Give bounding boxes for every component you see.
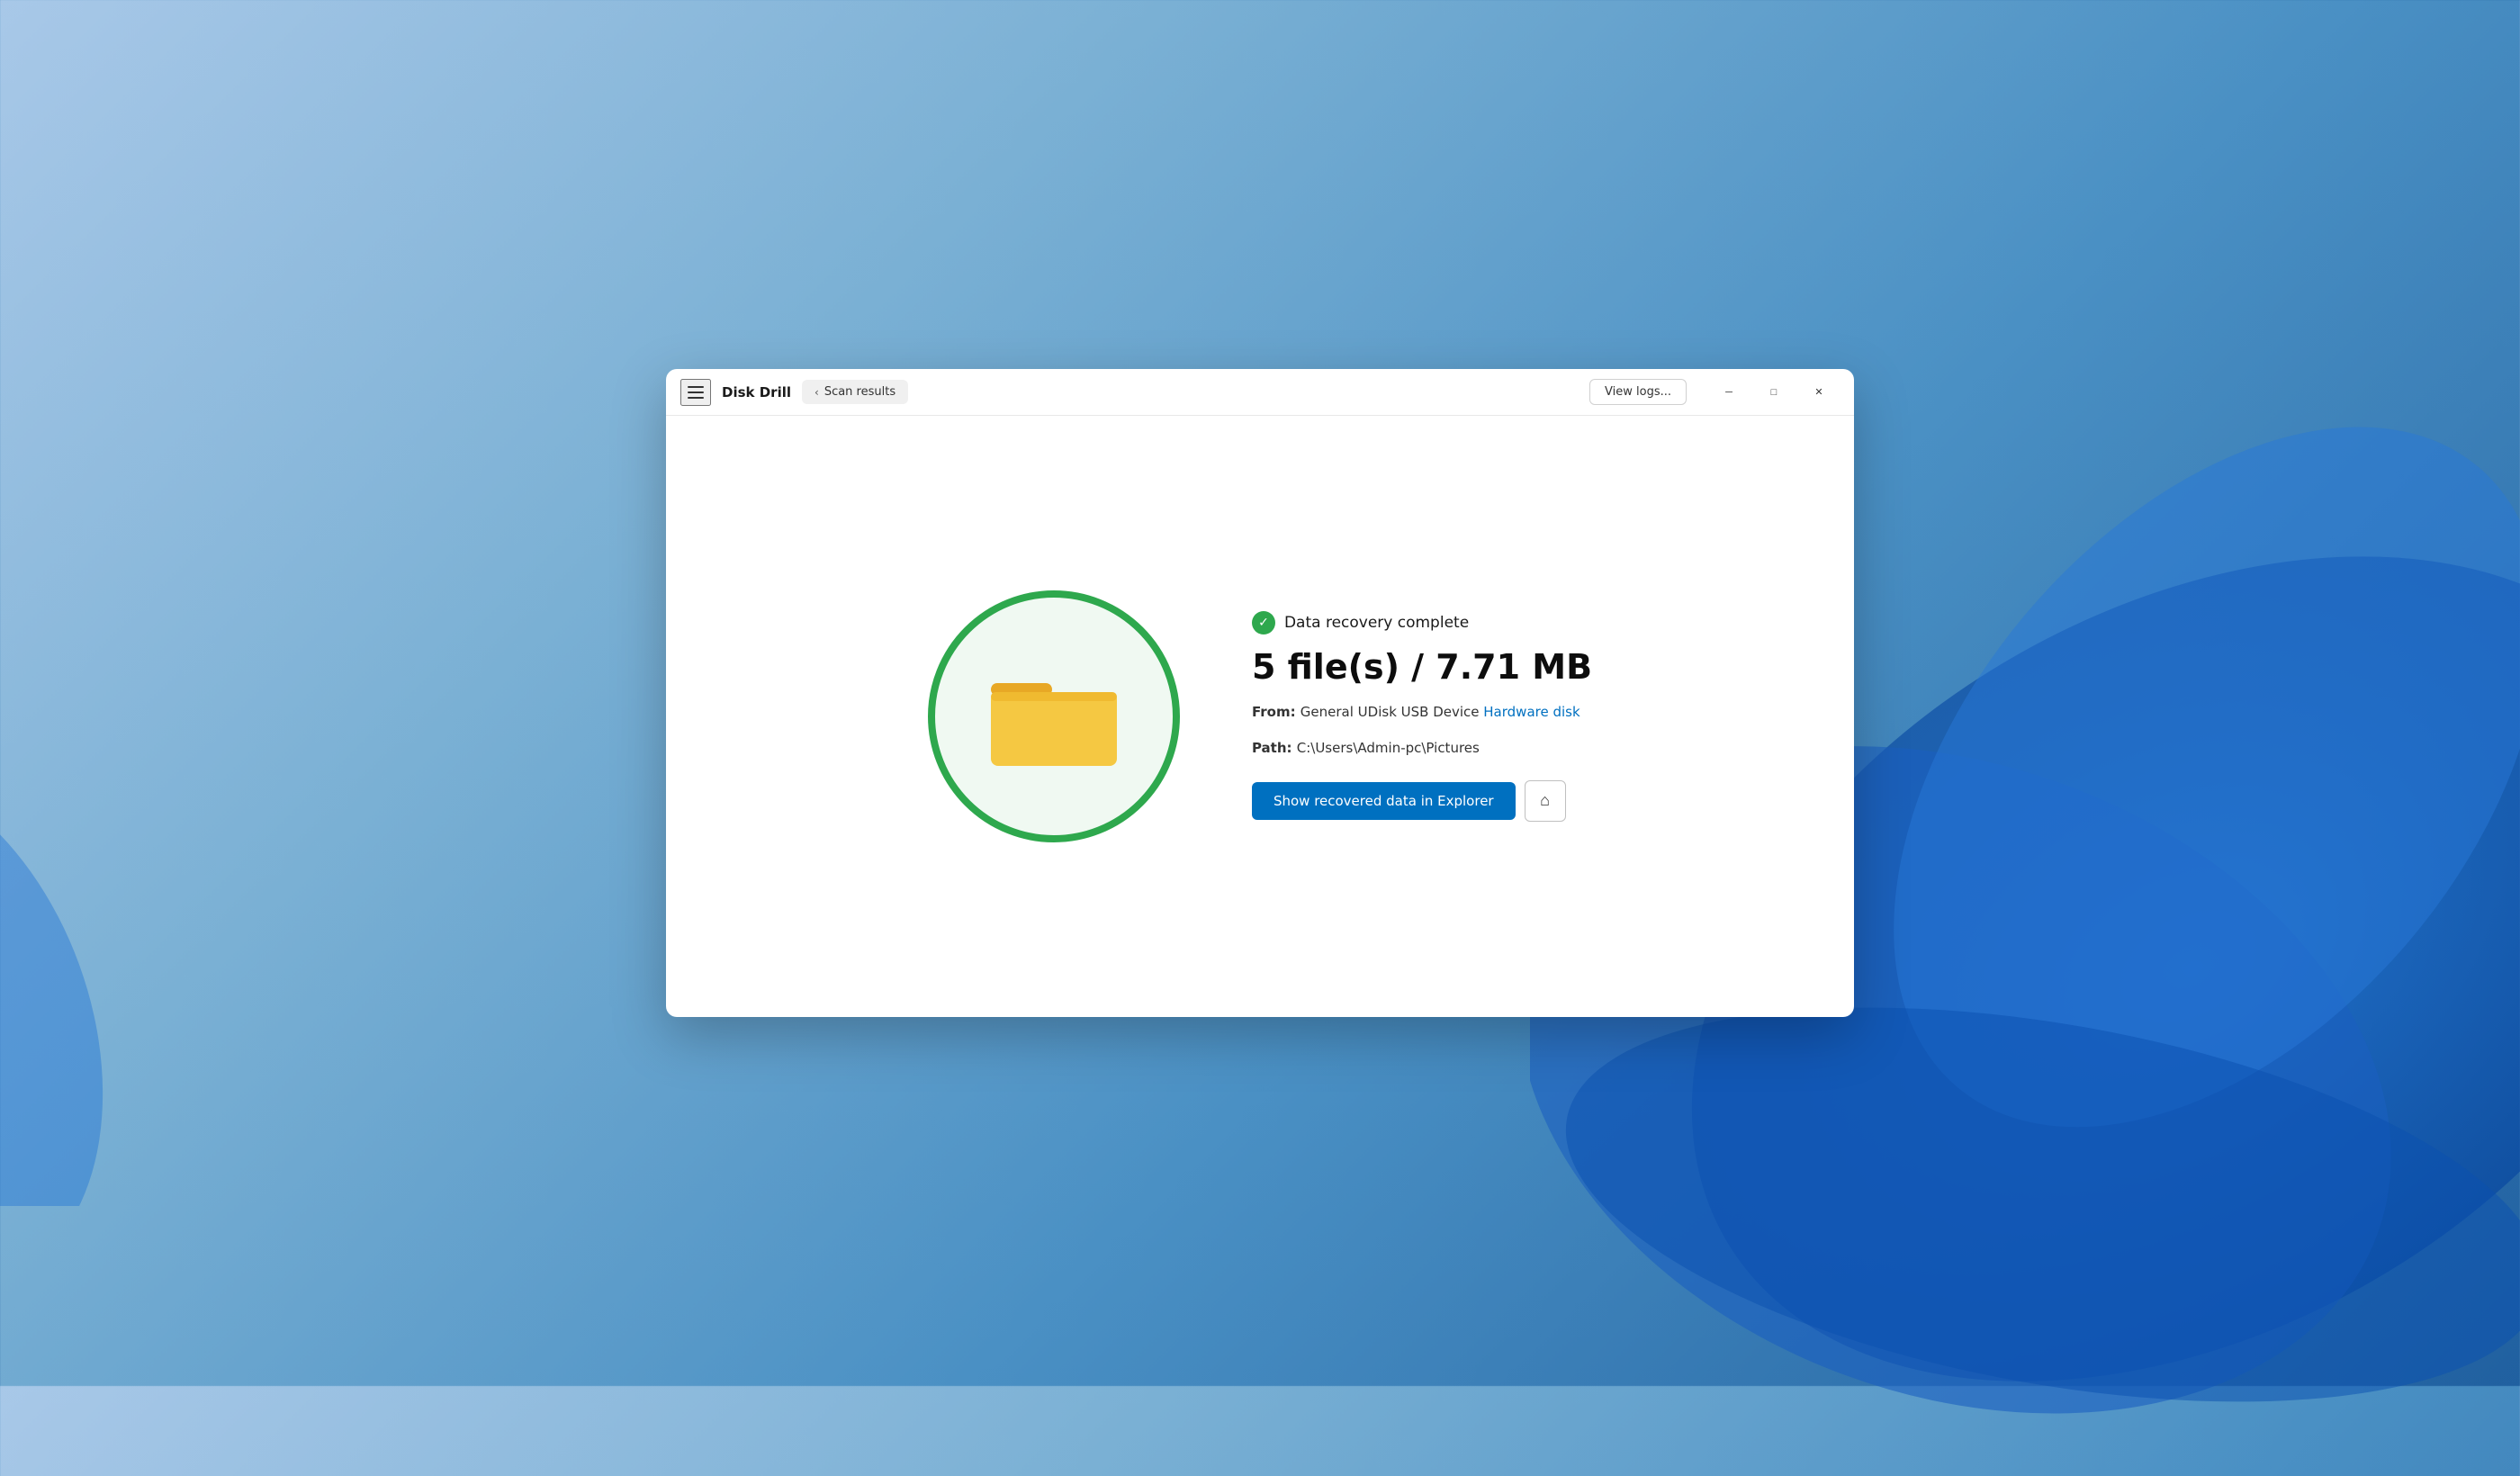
files-size-text: 5 file(s) / 7.71 MB xyxy=(1252,649,1592,687)
breadcrumb-label: Scan results xyxy=(824,385,896,399)
back-arrow-icon: ‹ xyxy=(814,386,819,399)
path-label: Path: xyxy=(1252,740,1297,756)
menu-button[interactable] xyxy=(680,379,711,406)
from-label: From: xyxy=(1252,704,1300,720)
check-circle-icon: ✓ xyxy=(1252,611,1275,634)
from-device: General UDisk USB Device xyxy=(1300,704,1483,720)
path-value: C:\Users\Admin-pc\Pictures xyxy=(1297,740,1480,756)
app-window: Disk Drill ‹ Scan results View logs... ─… xyxy=(666,369,1854,1017)
maximize-icon: □ xyxy=(1771,387,1778,398)
hamburger-line-1 xyxy=(688,386,704,388)
path-row: Path: C:\Users\Admin-pc\Pictures xyxy=(1252,737,1592,759)
status-text: Data recovery complete xyxy=(1284,614,1469,632)
folder-icon xyxy=(982,658,1126,775)
show-in-explorer-button[interactable]: Show recovered data in Explorer xyxy=(1252,782,1516,820)
view-logs-button[interactable]: View logs... xyxy=(1589,379,1687,405)
scan-results-breadcrumb[interactable]: ‹ Scan results xyxy=(802,380,908,404)
titlebar-right: View logs... ─ □ ✕ xyxy=(1589,376,1840,409)
hamburger-line-2 xyxy=(688,392,704,393)
close-button[interactable]: ✕ xyxy=(1798,376,1840,409)
info-panel: ✓ Data recovery complete 5 file(s) / 7.7… xyxy=(1252,611,1592,822)
from-row: From: General UDisk USB Device Hardware … xyxy=(1252,701,1592,723)
minimize-icon: ─ xyxy=(1725,387,1732,398)
maximize-button[interactable]: □ xyxy=(1753,376,1795,409)
titlebar: Disk Drill ‹ Scan results View logs... ─… xyxy=(666,369,1854,416)
minimize-button[interactable]: ─ xyxy=(1708,376,1750,409)
home-icon: ⌂ xyxy=(1540,791,1550,810)
actions-row: Show recovered data in Explorer ⌂ xyxy=(1252,780,1592,822)
from-type-link[interactable]: Hardware disk xyxy=(1483,704,1580,720)
home-button[interactable]: ⌂ xyxy=(1525,780,1566,822)
app-title: Disk Drill xyxy=(722,384,791,400)
check-char: ✓ xyxy=(1258,616,1269,630)
close-icon: ✕ xyxy=(1814,386,1822,398)
status-row: ✓ Data recovery complete xyxy=(1252,611,1592,634)
hamburger-line-3 xyxy=(688,397,704,399)
folder-circle xyxy=(928,590,1180,842)
main-content: ✓ Data recovery complete 5 file(s) / 7.7… xyxy=(666,416,1854,1017)
titlebar-left: Disk Drill ‹ Scan results xyxy=(680,379,1589,406)
